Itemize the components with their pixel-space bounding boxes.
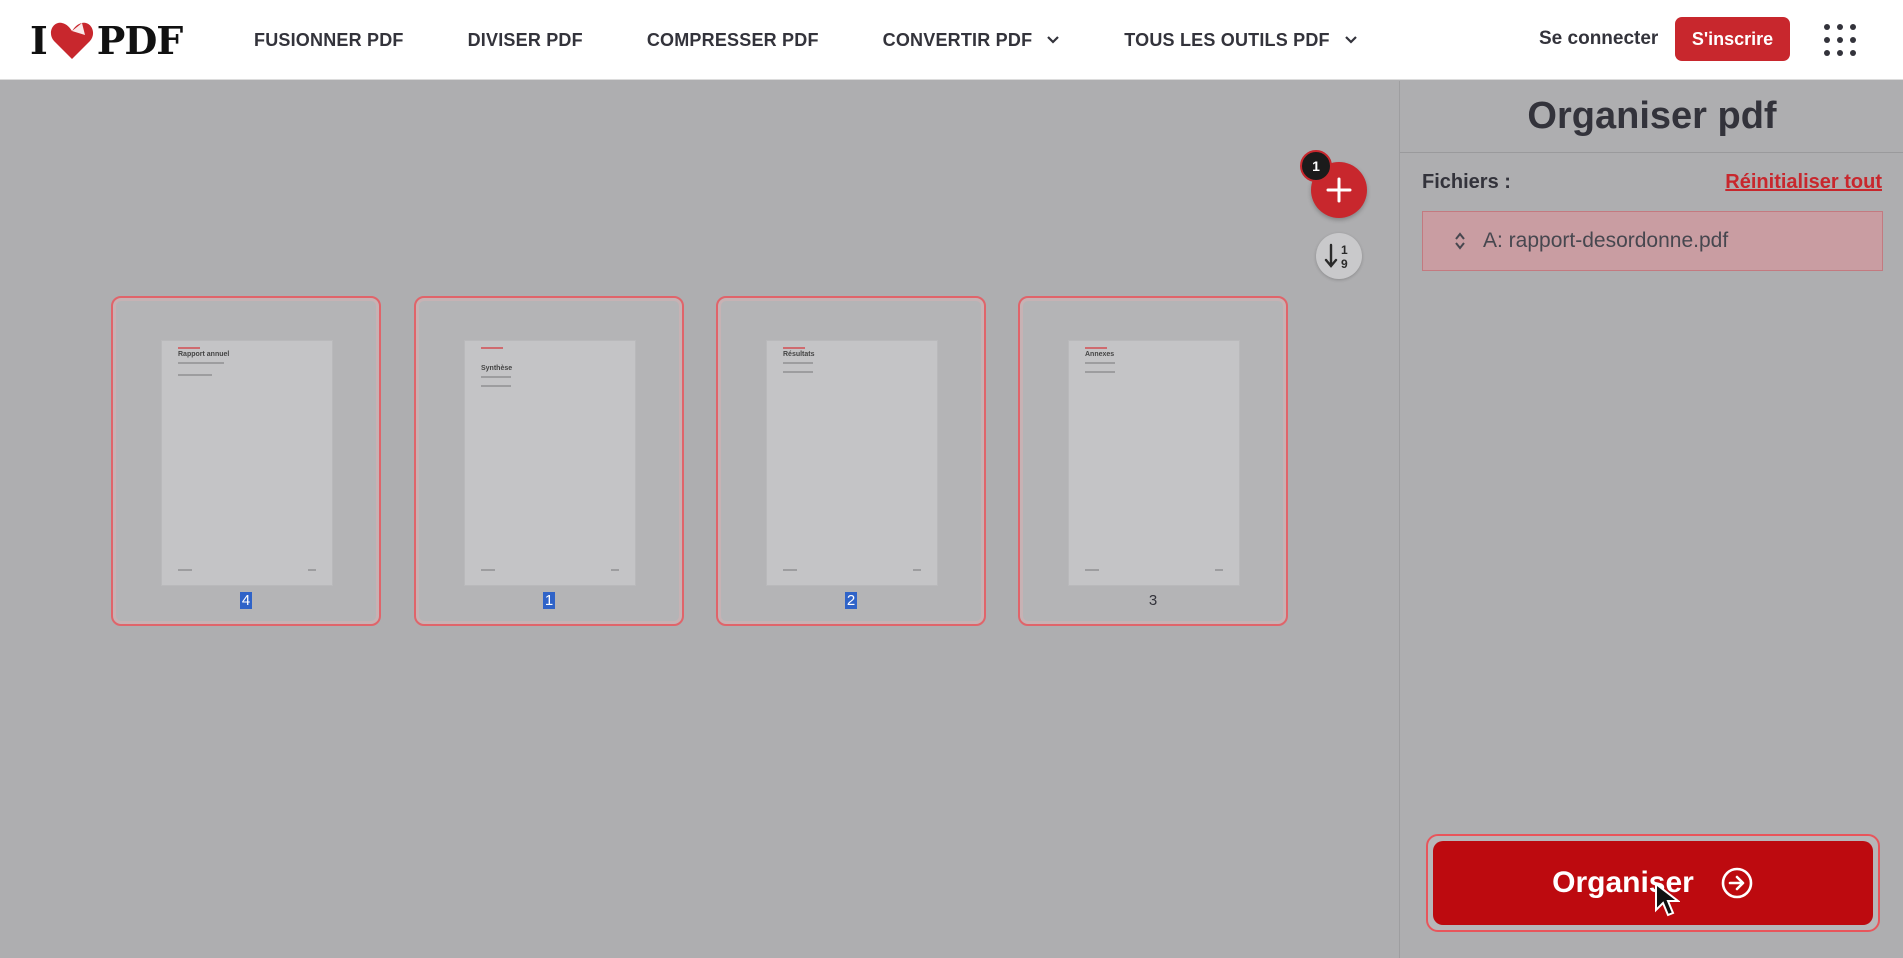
reset-all-link[interactable]: Réinitialiser tout	[1725, 171, 1882, 194]
reorder-icon[interactable]	[1453, 231, 1467, 251]
nav-compress-pdf[interactable]: COMPRESSER PDF	[647, 30, 819, 51]
nav-convert-pdf[interactable]: CONVERTIR PDF	[883, 30, 1061, 51]
main-nav: FUSIONNER PDF DIVISER PDF COMPRESSER PDF…	[254, 0, 1422, 80]
organize-button[interactable]: Organiser	[1433, 841, 1873, 925]
logo-word-pdf: PDF	[96, 17, 184, 63]
nav-label: DIVISER PDF	[467, 29, 583, 50]
page-thumbnail: Rapport annuel	[161, 340, 333, 586]
grid-icon[interactable]	[1822, 22, 1858, 58]
page-number: 4	[239, 592, 253, 609]
files-label: Fichiers :	[1422, 171, 1511, 193]
file-count-badge: 1	[1300, 150, 1332, 182]
login-link[interactable]: Se connecter	[1539, 28, 1658, 50]
nav-label: CONVERTIR PDF	[882, 29, 1033, 50]
nav-label: FUSIONNER PDF	[254, 29, 404, 50]
svg-text:1: 1	[1341, 243, 1348, 257]
sort-pages-button[interactable]: 1 9	[1316, 233, 1362, 279]
nav-label: COMPRESSER PDF	[646, 29, 819, 50]
page-thumbnail: Résultats	[766, 340, 938, 586]
mouse-cursor-icon	[1655, 882, 1680, 917]
page-card[interactable]: Synthèse 1	[414, 296, 684, 626]
page-thumbnail: Synthèse	[464, 340, 636, 586]
page-number: 3	[1148, 592, 1158, 609]
sort-numeric-icon: 1 9	[1324, 243, 1348, 271]
thumbnail-title: Résultats	[783, 351, 815, 358]
svg-text:9: 9	[1341, 257, 1348, 271]
sidebar-title: Organiser pdf	[1527, 95, 1777, 137]
page-number: 2	[844, 592, 858, 609]
arrow-right-circle-icon	[1721, 867, 1753, 899]
thumbnail-title: Annexes	[1085, 351, 1115, 358]
page-card[interactable]: Résultats 2	[716, 296, 986, 626]
page-number: 1	[542, 592, 556, 609]
ilovepdf-logo[interactable]: I PDF	[30, 17, 184, 63]
page-card[interactable]: Rapport annuel 4	[111, 296, 381, 626]
thumbnail-title: Synthèse	[481, 365, 513, 372]
thumbnail-title: Rapport annuel	[178, 351, 230, 358]
plus-icon	[1326, 177, 1352, 203]
options-sidebar: Organiser pdf Fichiers : Réinitialiser t…	[1399, 81, 1903, 958]
top-header: I PDF FUSIONNER PDF DIVISER PDF COMPRESS…	[0, 0, 1903, 80]
file-list-item[interactable]: A: rapport-desordonne.pdf	[1422, 211, 1883, 271]
signup-button[interactable]: S'inscrire	[1675, 17, 1790, 61]
nav-split-pdf[interactable]: DIVISER PDF	[468, 30, 583, 51]
page-card[interactable]: Annexes 3	[1018, 296, 1288, 626]
divider	[1400, 152, 1903, 153]
chevron-down-icon	[1047, 36, 1060, 44]
logo-letter-i: I	[30, 17, 48, 63]
file-name: A: rapport-desordonne.pdf	[1483, 229, 1729, 252]
heart-icon	[50, 22, 93, 59]
chevron-down-icon	[1344, 36, 1357, 44]
nav-label: TOUS LES OUTILS PDF	[1124, 29, 1330, 50]
nav-merge-pdf[interactable]: FUSIONNER PDF	[254, 30, 404, 51]
nav-all-tools[interactable]: TOUS LES OUTILS PDF	[1124, 30, 1357, 51]
page-thumbnail: Annexes	[1068, 340, 1240, 586]
